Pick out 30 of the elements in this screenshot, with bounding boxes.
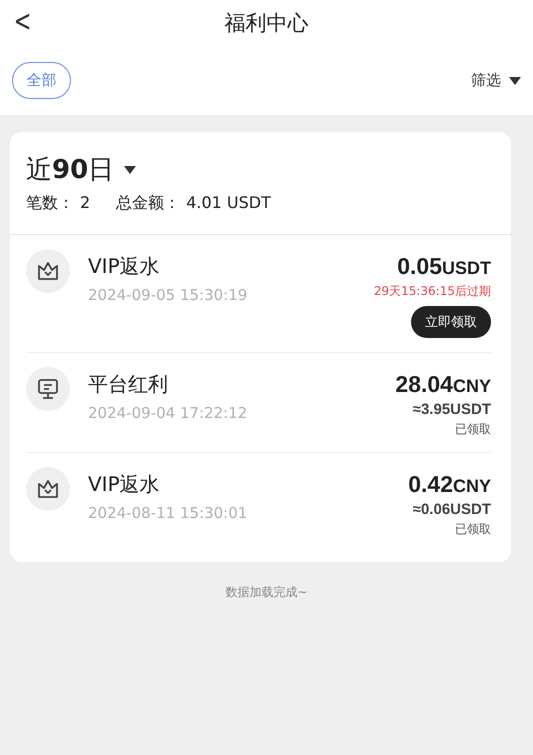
count-label: 笔数：	[26, 193, 74, 214]
reward-title: VIP返水	[88, 471, 161, 498]
period-dropdown[interactable]: 近90日	[26, 152, 136, 187]
reward-amount: 0.42CNY	[408, 471, 491, 498]
back-button[interactable]: <	[10, 6, 34, 38]
claimed-status: 已领取	[455, 421, 491, 438]
page-title: 福利中心	[224, 10, 308, 37]
reward-time: 2024-09-04 17:22:12	[88, 404, 248, 422]
total-label: 总金额：	[116, 193, 180, 214]
claim-button[interactable]: 立即领取	[411, 306, 491, 338]
crown-icon	[37, 261, 59, 281]
total-value: 4.01 USDT	[186, 193, 271, 212]
converted-amount: ≈0.06USDT	[412, 501, 491, 518]
reward-amount: 0.05USDT	[397, 253, 491, 280]
reward-title: VIP返水	[88, 253, 161, 280]
caret-icon	[509, 76, 521, 84]
converted-amount: ≈3.95USDT	[412, 401, 491, 418]
reward-time: 2024-08-11 15:30:01	[88, 504, 248, 522]
load-complete-text: 数据加载完成~	[224, 584, 309, 601]
claimed-status: 已领取	[455, 521, 491, 538]
monitor-icon	[37, 378, 59, 400]
reward-time: 2024-09-05 15:30:19	[88, 286, 248, 304]
all-chip[interactable]: 全部	[12, 62, 71, 99]
caret-icon	[124, 166, 136, 174]
filter-dropdown[interactable]: 筛选	[471, 71, 521, 90]
reward-amount: 28.04CNY	[395, 371, 491, 398]
expiry-countdown: 29天15:36:15后过期	[374, 283, 491, 300]
reward-title: 平台红利	[88, 371, 169, 398]
count-value: 2	[80, 193, 90, 212]
crown-icon	[37, 479, 59, 499]
